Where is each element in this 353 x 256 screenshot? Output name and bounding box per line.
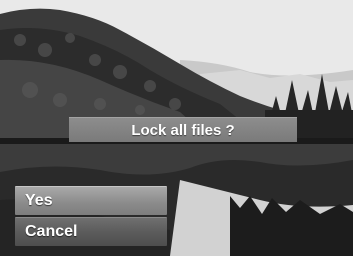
cancel-option[interactable]: Cancel xyxy=(15,217,167,246)
confirmation-message-text: Lock all files ? xyxy=(131,121,235,139)
yes-option-label: Yes xyxy=(25,192,53,209)
yes-option[interactable]: Yes xyxy=(15,186,167,215)
cancel-option-label: Cancel xyxy=(25,223,78,240)
camera-lcd-screen: Lock all files ? Yes Cancel xyxy=(0,0,353,256)
confirmation-menu: Yes Cancel xyxy=(15,186,167,248)
confirmation-message-banner: Lock all files ? xyxy=(69,117,297,142)
